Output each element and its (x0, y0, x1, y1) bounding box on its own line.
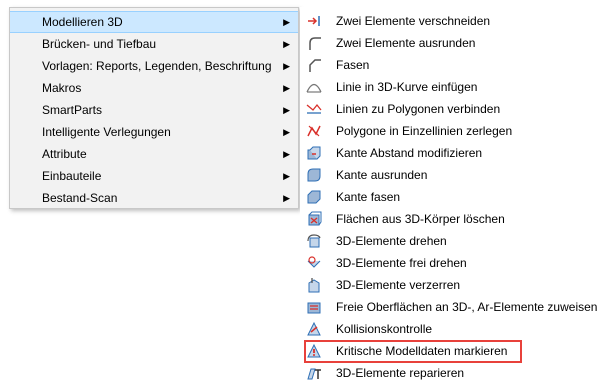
menu-item-modellieren-3d[interactable]: Modellieren 3D ▶ (10, 11, 298, 33)
submenu-item-kollisionskontrolle[interactable]: Kollisionskontrolle (300, 318, 612, 340)
assign-surface-icon (306, 299, 322, 315)
submenu-item-label: Polygone in Einzellinien zerlegen (336, 124, 513, 138)
menu-item-label: Intelligente Verlegungen (42, 125, 171, 139)
join-polygon-icon (306, 101, 322, 117)
submenu-item-3d-reparieren[interactable]: 3D-Elemente reparieren (300, 362, 612, 384)
submenu-arrow-icon: ▶ (283, 61, 290, 71)
submenu-item-kante-fasen[interactable]: Kante fasen (300, 186, 612, 208)
edge-offset-icon (306, 145, 322, 161)
menu-item-einbauteile[interactable]: Einbauteile ▶ (10, 165, 298, 187)
submenu-item-3d-verzerren[interactable]: 3D-Elemente verzerren (300, 274, 612, 296)
menu-item-makros[interactable]: Makros ▶ (10, 77, 298, 99)
main-menu: Modellieren 3D ▶ Brücken- und Tiefbau ▶ … (9, 7, 299, 209)
critical-data-icon (306, 343, 322, 359)
submenu-item-polygone-zerlegen[interactable]: Polygone in Einzellinien zerlegen (300, 120, 612, 142)
submenu-item-label: 3D-Elemente drehen (336, 234, 447, 248)
submenu-arrow-icon: ▶ (283, 39, 290, 49)
submenu-item-label: Linien zu Polygonen verbinden (336, 102, 501, 116)
submenu-arrow-icon: ▶ (283, 149, 290, 159)
distort-icon (306, 277, 322, 293)
submenu-item-label: Zwei Elemente verschneiden (336, 14, 491, 28)
submenu-item-label: Linie in 3D-Kurve einfügen (336, 80, 478, 94)
submenu-arrow-icon: ▶ (283, 127, 290, 137)
intersect-icon (306, 13, 322, 29)
submenu-arrow-icon: ▶ (283, 17, 290, 27)
submenu-item-label: Kante fasen (336, 190, 401, 204)
submenu-item-label: Freie Oberflächen an 3D-, Ar-Elemente zu… (336, 300, 598, 314)
explode-polygon-icon (306, 123, 322, 139)
submenu-item-flaechen-loeschen[interactable]: Flächen aus 3D-Körper löschen (300, 208, 612, 230)
menu-item-label: SmartParts (42, 103, 103, 117)
submenu-item-kritische-modelldaten[interactable]: Kritische Modelldaten markieren (300, 340, 612, 362)
submenu-item-linie-3d-kurve[interactable]: Linie in 3D-Kurve einfügen (300, 76, 612, 98)
menu-item-label: Einbauteile (42, 169, 102, 183)
free-rotate-icon (306, 255, 322, 271)
menu-item-bestand-scan[interactable]: Bestand-Scan ▶ (10, 187, 298, 209)
submenu-item-freie-oberflaechen[interactable]: Freie Oberflächen an 3D-, Ar-Elemente zu… (300, 296, 612, 318)
delete-faces-icon (306, 211, 322, 227)
submenu-modellieren-3d: Zwei Elemente verschneiden Zwei Elemente… (300, 7, 612, 385)
menu-item-bruecken-tiefbau[interactable]: Brücken- und Tiefbau ▶ (10, 33, 298, 55)
submenu-arrow-icon: ▶ (283, 193, 290, 203)
submenu-item-linien-polygon[interactable]: Linien zu Polygonen verbinden (300, 98, 612, 120)
repair-icon (306, 365, 322, 381)
submenu-item-zwei-elemente-ausrunden[interactable]: Zwei Elemente ausrunden (300, 32, 612, 54)
submenu-item-label: Flächen aus 3D-Körper löschen (336, 212, 505, 226)
submenu-item-fasen[interactable]: Fasen (300, 54, 612, 76)
submenu-item-label: 3D-Elemente reparieren (336, 366, 465, 380)
submenu-item-kante-abstand[interactable]: Kante Abstand modifizieren (300, 142, 612, 164)
edge-chamfer-icon (306, 189, 322, 205)
submenu-arrow-icon: ▶ (283, 171, 290, 181)
submenu-item-zwei-elemente-verschneiden[interactable]: Zwei Elemente verschneiden (300, 10, 612, 32)
line-curve-icon (306, 79, 322, 95)
submenu-item-label: 3D-Elemente verzerren (336, 278, 461, 292)
menu-item-label: Makros (42, 81, 82, 95)
submenu-arrow-icon: ▶ (283, 105, 290, 115)
submenu-item-label: Kritische Modelldaten markieren (336, 344, 508, 358)
fillet-icon (306, 35, 322, 51)
submenu-item-label: Zwei Elemente ausrunden (336, 36, 476, 50)
submenu-item-label: Kollisionskontrolle (336, 322, 433, 336)
menu-item-label: Vorlagen: Reports, Legenden, Beschriftun… (42, 59, 272, 73)
submenu-item-3d-frei-drehen[interactable]: 3D-Elemente frei drehen (300, 252, 612, 274)
menu-item-label: Bestand-Scan (42, 191, 118, 205)
menu-item-label: Modellieren 3D (42, 15, 123, 29)
collision-icon (306, 321, 322, 337)
menu-item-label: Brücken- und Tiefbau (42, 37, 157, 51)
rotate-3d-icon (306, 233, 322, 249)
submenu-item-3d-drehen[interactable]: 3D-Elemente drehen (300, 230, 612, 252)
menu-item-smartparts[interactable]: SmartParts ▶ (10, 99, 298, 121)
menu-item-label: Attribute (42, 147, 87, 161)
submenu-item-kante-ausrunden[interactable]: Kante ausrunden (300, 164, 612, 186)
menu-item-attribute[interactable]: Attribute ▶ (10, 143, 298, 165)
edge-fillet-icon (306, 167, 322, 183)
menu-item-intelligente-verlegungen[interactable]: Intelligente Verlegungen ▶ (10, 121, 298, 143)
submenu-item-label: Fasen (336, 58, 370, 72)
submenu-item-label: 3D-Elemente frei drehen (336, 256, 467, 270)
submenu-item-label: Kante ausrunden (336, 168, 428, 182)
submenu-arrow-icon: ▶ (283, 83, 290, 93)
chamfer-icon (306, 57, 322, 73)
submenu-item-label: Kante Abstand modifizieren (336, 146, 483, 160)
menu-item-vorlagen[interactable]: Vorlagen: Reports, Legenden, Beschriftun… (10, 55, 298, 77)
